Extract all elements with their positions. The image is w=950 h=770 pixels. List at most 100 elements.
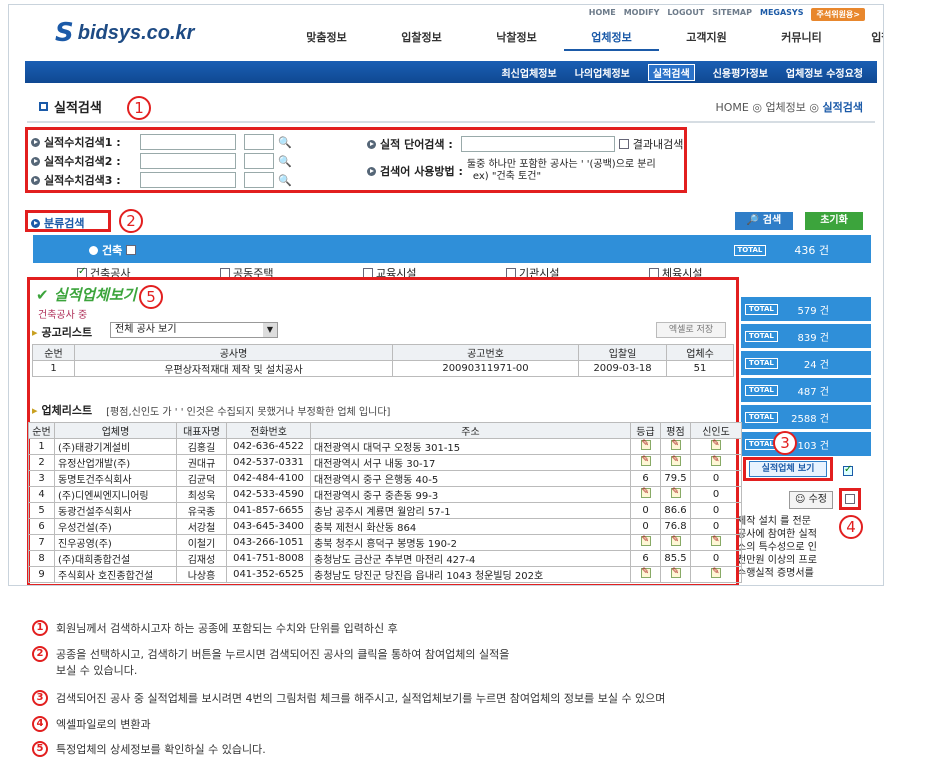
num-search-2-value[interactable] xyxy=(140,153,236,169)
row-checkbox[interactable] xyxy=(845,494,855,504)
company-row[interactable]: 4 (주)디엔씨엔지니어링 최성욱 042-533-4590 대전광역시 중구 중촌동 … xyxy=(28,486,742,503)
subnav-perf-search[interactable]: 실적검색 xyxy=(647,63,695,81)
marker-1: 1 xyxy=(127,96,151,120)
view-companies-button[interactable]: 실적업체 보기 xyxy=(749,461,827,477)
company-cell: 충북 제천시 화산동 864 xyxy=(310,518,631,535)
nav-company[interactable]: 업체정보 xyxy=(564,29,659,51)
num-search-1-unit[interactable] xyxy=(244,134,274,150)
nav-bid[interactable]: 입찰정보 xyxy=(374,29,469,51)
search-icon[interactable]: 🔍 xyxy=(278,136,292,149)
subnav-credit[interactable]: 신용평가정보 xyxy=(713,65,768,80)
legend-item-3: 3 검색되어진 공사 중 실적업체를 보시려면 4번의 그림처럼 체크를 해주시고… xyxy=(32,690,665,706)
nav-award[interactable]: 낙찰정보 xyxy=(469,29,564,51)
util-help[interactable]: 주석위원용> xyxy=(811,8,865,21)
total-badge: TOTAL xyxy=(733,244,767,256)
category-checkbox[interactable] xyxy=(126,245,137,255)
category-search-link[interactable]: 분류검색 xyxy=(31,215,84,231)
subnav-edit-request[interactable]: 업체정보 수정요청 xyxy=(786,65,863,80)
util-logout[interactable]: LOGOUT xyxy=(667,8,704,21)
excel-export-button[interactable]: 엑셀로 저장 xyxy=(656,322,726,338)
util-megasys[interactable]: MEGASYS xyxy=(760,8,804,21)
util-sitemap[interactable]: SITEMAP xyxy=(712,8,752,21)
company-cell xyxy=(660,534,691,551)
company-cell: 동명토건주식회사 xyxy=(54,470,177,487)
company-cell: 1 xyxy=(28,438,55,455)
screenshot-frame: HOME MODIFY LOGOUT SITEMAP MEGASYS 주석위원용… xyxy=(8,4,884,586)
num-search-row-3: 실적수치검색3 : 🔍 xyxy=(31,172,292,188)
crumb-home[interactable]: HOME xyxy=(715,101,748,114)
num-search-row-2: 실적수치검색2 : 🔍 xyxy=(31,153,292,169)
company-cell xyxy=(660,566,691,583)
subnav-latest[interactable]: 최신업체정보 xyxy=(501,65,556,80)
company-cell: 0 xyxy=(690,486,742,503)
company-row[interactable]: 8 (주)대희종합건설 김재성 041-751-8008 충청남도 금산군 추부면 마전… xyxy=(28,550,742,567)
search-icon[interactable]: 🔍 xyxy=(278,155,292,168)
company-list-label: ▸ 업체리스트 [평점,신인도 가 ' ' 인것은 수집되지 못했거나 부정확한 업… xyxy=(32,403,391,418)
company-row[interactable]: 7 진우공영(주) 이철기 043-266-1051 충북 청주시 흥덕구 봉명동 19… xyxy=(28,534,742,551)
notice-filter-select[interactable]: 전체 공사 보기 ▼ xyxy=(110,322,278,338)
util-modify[interactable]: MODIFY xyxy=(624,8,660,21)
company-row[interactable]: 9 주식회사 호진종합건설 나상흥 041-352-6525 충청남도 당진군 당진읍 … xyxy=(28,566,742,583)
search-button[interactable]: 🔎 검색 xyxy=(735,212,793,230)
company-cell: 0 xyxy=(630,502,661,519)
company-cell: 이철기 xyxy=(176,534,227,551)
category-title: 건축 xyxy=(89,242,137,258)
howto-row: 검색어 사용방법 : 둘중 하나만 포함한 공사는 ' '(공백)으로 분리 e… xyxy=(367,159,656,183)
right-total-row: TOTAL 839 건 xyxy=(741,324,871,348)
company-cell xyxy=(630,566,661,583)
company-cell: 0 xyxy=(690,518,742,535)
company-row[interactable]: 5 동광건설주식회사 유국종 041-857-6655 충남 공주시 계룡면 월암리 5… xyxy=(28,502,742,519)
howto-line-1: 둘중 하나만 포함한 공사는 ' '(공백)으로 분리 xyxy=(466,159,656,170)
company-cell: 0 xyxy=(690,550,742,567)
marker-5: 5 xyxy=(139,285,163,309)
company-cell: (주)대희종합건설 xyxy=(54,550,177,567)
company-cell: 충남 공주시 계룡면 월암리 57-1 xyxy=(310,502,631,519)
right-total-row: TOTAL 103 건 xyxy=(741,432,871,456)
search-icon[interactable]: 🔍 xyxy=(278,174,292,187)
word-search-input[interactable] xyxy=(460,136,615,152)
company-row[interactable]: 1 (주)태광기계설비 김홍길 042-636-4522 대전광역시 대덕구 오정동 3… xyxy=(28,438,742,455)
nav-support[interactable]: 고객지원 xyxy=(659,29,754,51)
company-cell: 동광건설주식회사 xyxy=(54,502,177,519)
logo[interactable]: S bidsys.co.kr xyxy=(55,20,194,46)
nav-custom[interactable]: 맞춤정보 xyxy=(279,29,374,51)
company-row[interactable]: 2 유정산업개발(주) 권대규 042-537-0331 대전광역시 서구 내동 30-… xyxy=(28,454,742,471)
legend-item-5: 5 특정업체의 상세정보를 확인하실 수 있습니다. xyxy=(32,741,266,757)
company-cell: 주식회사 호진종합건설 xyxy=(54,566,177,583)
nav-community[interactable]: 커뮤니티 xyxy=(754,29,849,51)
num-search-2-unit[interactable] xyxy=(244,153,274,169)
num-search-3-value[interactable] xyxy=(140,172,236,188)
company-row[interactable]: 6 우성건설(주) 서강철 043-645-3400 충북 제천시 화산동 864 0 76… xyxy=(28,518,742,535)
missing-data-icon xyxy=(670,439,681,450)
howto-line-2: ex) "건축 토건" xyxy=(472,171,542,182)
crumb-mid[interactable]: 업체정보 xyxy=(765,101,805,114)
company-cell: 7 xyxy=(28,534,55,551)
edit-button[interactable]: ☺ 수정 xyxy=(789,491,833,509)
subnav-mine[interactable]: 나의업체정보 xyxy=(575,65,630,80)
word-search-row: 실적 단어검색 : 결과내검색 xyxy=(367,136,683,152)
view-checkbox[interactable] xyxy=(843,464,853,476)
marker-4: 4 xyxy=(839,515,863,539)
company-cell xyxy=(690,566,742,583)
bullet-icon xyxy=(367,166,376,176)
nav-helper[interactable]: 입찰도우미 xyxy=(849,29,883,51)
company-cell: 042-484-4100 xyxy=(226,470,311,487)
company-cell: 0 xyxy=(630,518,661,535)
legend-item-2: 2 공종을 선택하시고, 검색하기 버튼을 누르시면 검색되어진 공사의 클릭을 … xyxy=(32,646,509,678)
company-cell: 9 xyxy=(28,566,55,583)
notice-row[interactable]: 1 우편상자적재대 제작 및 설치공사 20090311971-00 2009-… xyxy=(32,360,734,377)
company-cell: 김홍길 xyxy=(176,438,227,455)
reset-button[interactable]: 초기화 xyxy=(805,212,863,230)
util-home[interactable]: HOME xyxy=(589,8,616,21)
num-search-3-unit[interactable] xyxy=(244,172,274,188)
within-results-checkbox[interactable] xyxy=(618,139,629,149)
company-table: 순번 업체명 대표자명 전화번호 주소 등급 평점 신인도 1 (주)태광기계설비… xyxy=(28,422,742,583)
num-search-1-value[interactable] xyxy=(140,134,236,150)
company-cell: 86.6 xyxy=(660,502,691,519)
company-cell xyxy=(630,438,661,455)
company-cell: 김균덕 xyxy=(176,470,227,487)
company-cell: 5 xyxy=(28,502,55,519)
category-count: 436 건 xyxy=(794,244,829,257)
company-row[interactable]: 3 동명토건주식회사 김균덕 042-484-4100 대전광역시 중구 은행동 40-… xyxy=(28,470,742,487)
right-total-row: TOTAL 579 건 xyxy=(741,297,871,321)
